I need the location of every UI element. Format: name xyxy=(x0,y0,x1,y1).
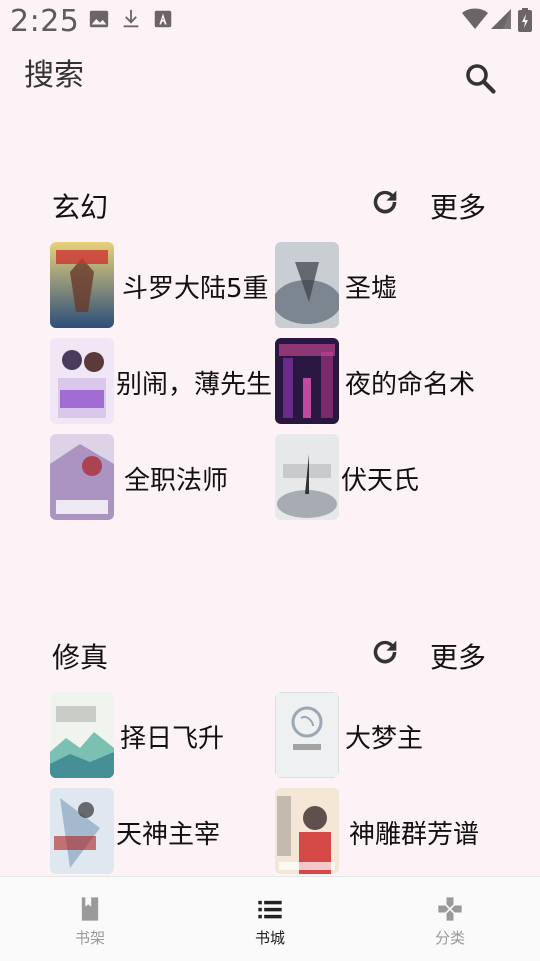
more-button[interactable]: 更多 xyxy=(430,186,486,226)
book-item[interactable]: 全职法师 xyxy=(50,434,270,522)
font-icon xyxy=(154,10,172,28)
book-item[interactable]: 圣墟 xyxy=(275,242,475,330)
book-cover xyxy=(50,242,114,328)
book-cover xyxy=(275,242,339,328)
wifi-icon xyxy=(462,8,488,29)
book-title: 大梦主 xyxy=(345,724,424,754)
tab-category[interactable]: 分类 xyxy=(360,877,540,961)
refresh-icon[interactable] xyxy=(368,185,402,219)
book-title: 圣墟 xyxy=(345,274,398,304)
tab-label: 书城 xyxy=(254,929,285,947)
book-cover xyxy=(50,338,114,424)
tab-label: 书架 xyxy=(74,929,105,947)
gamepad-icon xyxy=(438,897,462,921)
section-title: 玄幻 xyxy=(52,191,109,224)
book-item[interactable]: 斗罗大陆5重 xyxy=(50,242,280,330)
status-bar: 2:25 xyxy=(0,0,540,40)
book-cover xyxy=(50,434,114,520)
status-time: 2:25 xyxy=(10,4,80,39)
page-title: 搜索 xyxy=(24,58,84,93)
book-item[interactable]: 神雕群芳谱 xyxy=(275,788,505,876)
book-title: 神雕群芳谱 xyxy=(349,820,480,850)
book-title: 全职法师 xyxy=(124,466,229,496)
book-title: 斗罗大陆5重 xyxy=(122,274,269,304)
book-item[interactable]: 大梦主 xyxy=(275,692,475,780)
book-title: 伏天氏 xyxy=(341,466,420,496)
battery-icon xyxy=(518,8,532,32)
tab-bookshelf[interactable]: 书架 xyxy=(0,877,180,961)
book-cover xyxy=(50,692,114,778)
book-item[interactable]: 夜的命名术 xyxy=(275,338,495,426)
refresh-icon[interactable] xyxy=(368,635,402,669)
tab-label: 分类 xyxy=(434,929,465,947)
more-button[interactable]: 更多 xyxy=(430,636,486,676)
section-xiuzhen: 修真 更多 择日飞升 大梦主 天神主宰 神雕群芳谱 xyxy=(0,630,540,876)
section-xuanhuan: 玄幻 更多 斗罗大陆5重 圣墟 别闹，薄先生 夜的命名术 全职法师 伏天氏 xyxy=(0,180,540,530)
book-cover xyxy=(275,338,339,424)
image-icon xyxy=(89,10,109,28)
book-title: 夜的命名术 xyxy=(345,370,476,400)
book-cover xyxy=(275,434,339,520)
tab-bookstore[interactable]: 书城 xyxy=(180,877,360,961)
book-item[interactable]: 择日飞升 xyxy=(50,692,260,780)
book-title: 天神主宰 xyxy=(116,820,221,850)
signal-icon xyxy=(491,9,511,29)
search-header: 搜索 xyxy=(0,40,540,110)
download-icon xyxy=(123,9,139,28)
book-item[interactable]: 天神主宰 xyxy=(50,788,260,876)
bottom-nav: 书架 书城 分类 xyxy=(0,876,540,961)
book-item[interactable]: 别闹，薄先生 xyxy=(50,338,280,426)
book-cover xyxy=(275,788,339,874)
book-icon xyxy=(81,897,99,921)
book-title: 择日飞升 xyxy=(120,724,225,754)
section-title: 修真 xyxy=(52,641,109,674)
book-cover xyxy=(275,692,339,778)
book-item[interactable]: 伏天氏 xyxy=(275,434,475,522)
book-title: 别闹，薄先生 xyxy=(116,370,273,400)
search-icon[interactable] xyxy=(462,60,498,96)
book-cover xyxy=(50,788,114,874)
list-icon xyxy=(258,900,282,919)
